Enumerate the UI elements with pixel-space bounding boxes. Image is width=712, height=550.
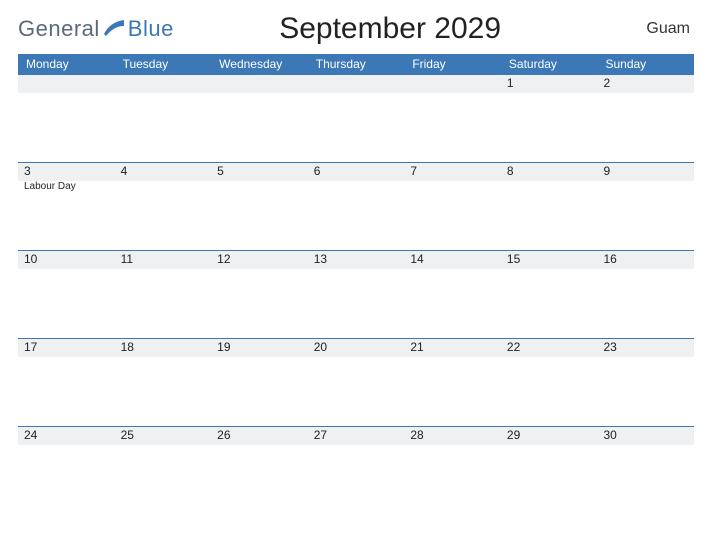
weekday-sat: Saturday [501, 57, 598, 71]
date-number: 24 [24, 428, 37, 442]
date-number: 13 [314, 252, 327, 266]
date-number: 20 [314, 340, 327, 354]
date-number: 19 [217, 340, 230, 354]
day-cell: 15 [501, 251, 598, 338]
day-cell: 24 [18, 427, 115, 514]
weekday-wed: Wednesday [211, 57, 308, 71]
date-number: 6 [314, 164, 321, 178]
week-row: 17 18 19 20 21 22 23 [18, 338, 694, 426]
day-cell [211, 75, 308, 162]
week-row: 24 25 26 27 28 29 30 [18, 426, 694, 514]
day-cell: 2 [597, 75, 694, 162]
date-number: 21 [410, 340, 423, 354]
day-cell: 10 [18, 251, 115, 338]
day-cell: 28 [404, 427, 501, 514]
date-number: 25 [121, 428, 134, 442]
day-cell: 12 [211, 251, 308, 338]
day-cell: 11 [115, 251, 212, 338]
header: General Blue September 2029 Guam [18, 8, 694, 50]
day-cell: 30 [597, 427, 694, 514]
week-row: 10 11 12 13 14 15 16 [18, 250, 694, 338]
day-cell: 19 [211, 339, 308, 426]
day-cell: 7 [404, 163, 501, 250]
date-number: 15 [507, 252, 520, 266]
day-cell: 29 [501, 427, 598, 514]
date-number: 11 [121, 252, 133, 266]
day-cell: 21 [404, 339, 501, 426]
day-cell: 16 [597, 251, 694, 338]
day-cell: 27 [308, 427, 405, 514]
day-cell: 9 [597, 163, 694, 250]
day-cell: 20 [308, 339, 405, 426]
date-number: 9 [603, 164, 610, 178]
date-number: 8 [507, 164, 514, 178]
date-number: 1 [507, 76, 514, 90]
day-cell: 22 [501, 339, 598, 426]
brand-general: General [18, 16, 100, 42]
week-row: 1 2 [18, 74, 694, 162]
region-label: Guam [646, 20, 694, 38]
day-cell: 26 [211, 427, 308, 514]
day-cell: 25 [115, 427, 212, 514]
date-number: 14 [410, 252, 423, 266]
day-cell: 14 [404, 251, 501, 338]
date-number: 22 [507, 340, 520, 354]
day-cell: 23 [597, 339, 694, 426]
day-cell [404, 75, 501, 162]
day-cell: 18 [115, 339, 212, 426]
day-cell: 5 [211, 163, 308, 250]
date-number: 3 [24, 164, 31, 178]
day-cell: 17 [18, 339, 115, 426]
event-label: Labour Day [24, 181, 76, 192]
day-cell: 8 [501, 163, 598, 250]
day-cell [18, 75, 115, 162]
date-number: 5 [217, 164, 224, 178]
day-cell: 1 [501, 75, 598, 162]
date-number: 23 [603, 340, 616, 354]
date-number: 28 [410, 428, 423, 442]
date-number: 4 [121, 164, 128, 178]
date-number: 26 [217, 428, 230, 442]
weekday-header: Monday Tuesday Wednesday Thursday Friday… [18, 54, 694, 74]
date-number: 29 [507, 428, 520, 442]
day-cell: 4 [115, 163, 212, 250]
weekday-tue: Tuesday [115, 57, 212, 71]
weekday-thu: Thursday [308, 57, 405, 71]
weekday-sun: Sunday [597, 57, 694, 71]
date-number: 10 [24, 252, 37, 266]
date-number: 18 [121, 340, 134, 354]
day-cell: 6 [308, 163, 405, 250]
date-number: 7 [410, 164, 417, 178]
day-cell [308, 75, 405, 162]
date-number: 2 [603, 76, 610, 90]
date-number: 30 [603, 428, 616, 442]
page-title: September 2029 [134, 12, 647, 46]
weekday-fri: Friday [404, 57, 501, 71]
week-row: 3 Labour Day 4 5 6 7 8 9 [18, 162, 694, 250]
date-number: 16 [603, 252, 616, 266]
day-cell: 3 Labour Day [18, 163, 115, 250]
brand-swoosh-icon [104, 16, 124, 32]
calendar-grid: 1 2 3 Labour Day 4 5 6 7 8 9 10 11 12 13 … [18, 74, 694, 514]
weekday-mon: Monday [18, 57, 115, 71]
date-number: 17 [24, 340, 37, 354]
date-number: 12 [217, 252, 230, 266]
date-number: 27 [314, 428, 327, 442]
day-cell: 13 [308, 251, 405, 338]
day-cell [115, 75, 212, 162]
